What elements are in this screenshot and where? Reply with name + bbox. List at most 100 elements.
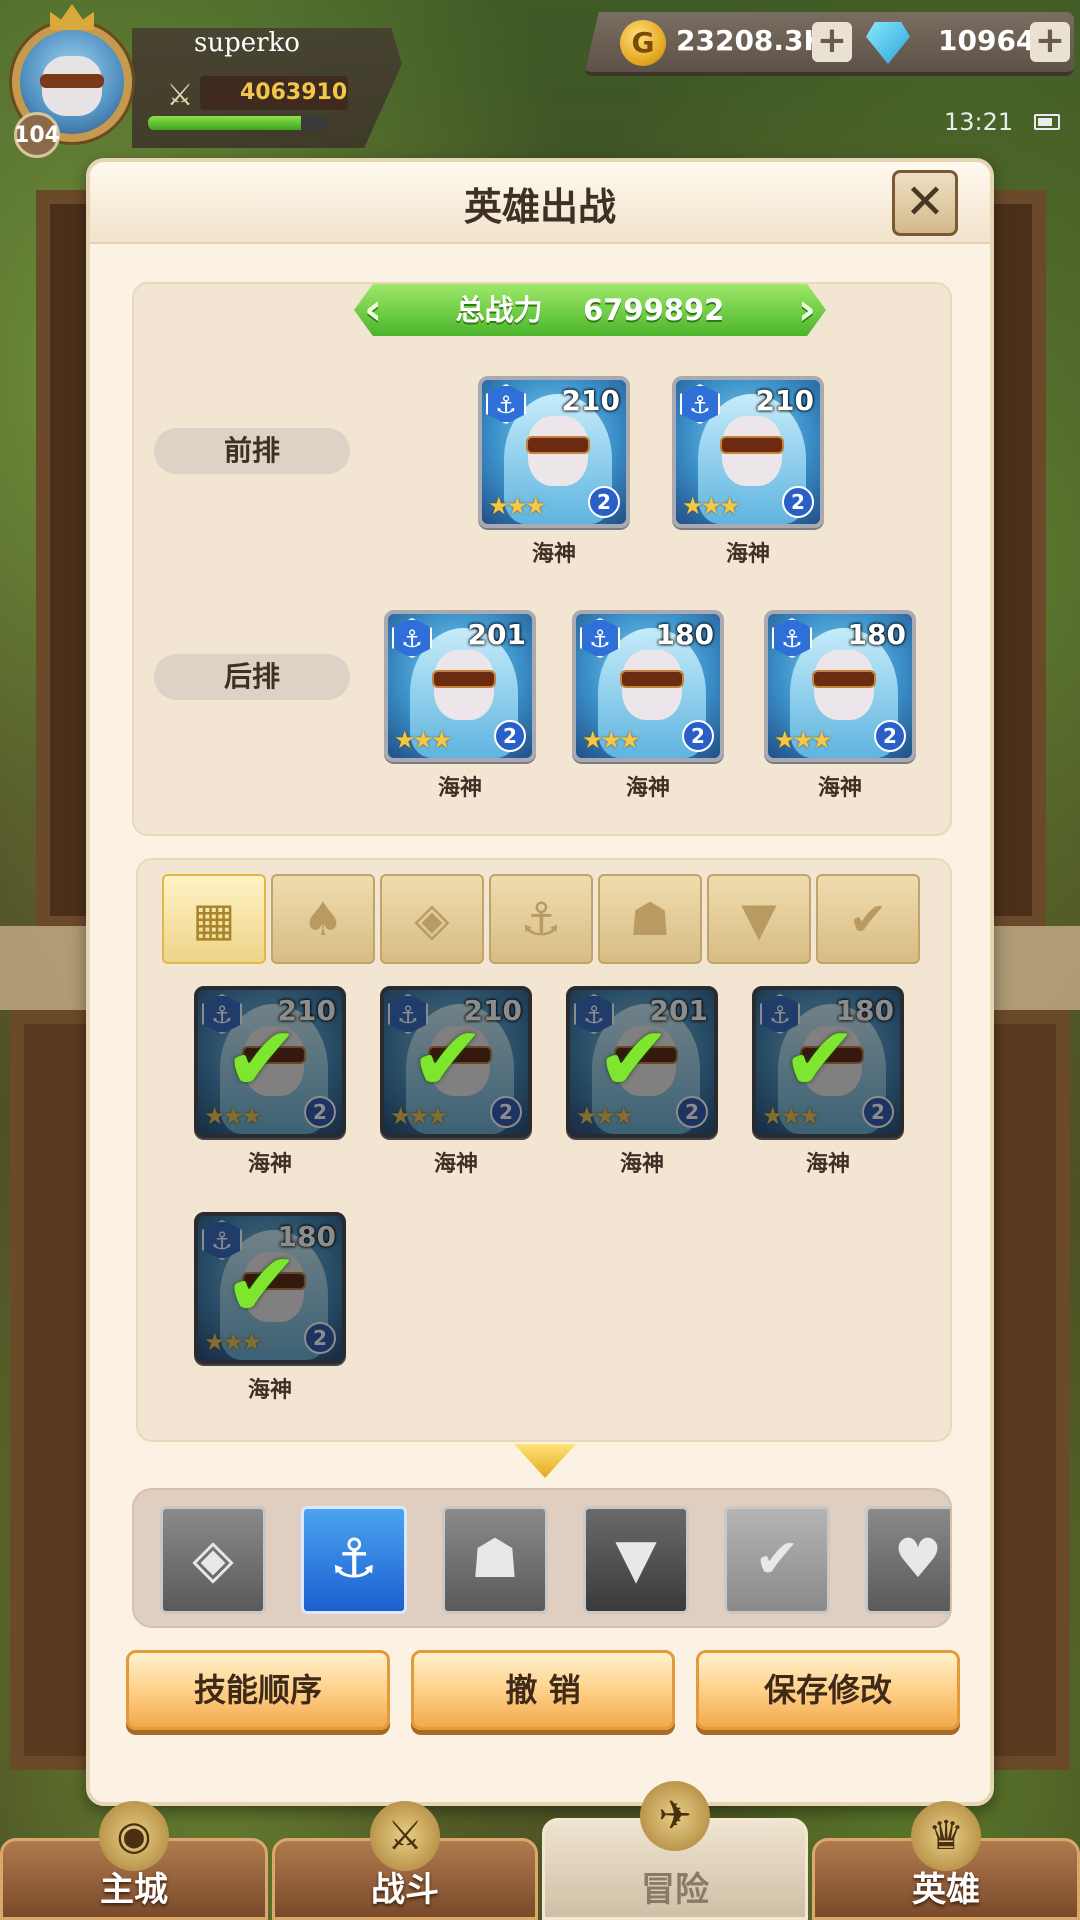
star-rating-icon: ★★★ — [682, 492, 741, 520]
hero-level: 210 — [755, 384, 814, 417]
avatar-blindfold — [40, 74, 104, 88]
hero-star-badge: 2 — [494, 720, 526, 752]
hero-portrait-blindfold — [526, 436, 590, 454]
expand-down-arrow-icon[interactable] — [514, 1444, 576, 1478]
hero-name: 海神 — [817, 776, 862, 801]
player-name: superko — [194, 28, 300, 58]
dialog-title: 英雄出战 — [463, 185, 616, 229]
hero-name: 海神 — [619, 1152, 664, 1177]
star-rating-icon: ★★★ — [774, 726, 833, 754]
undo-button[interactable]: 撤 销 — [411, 1650, 675, 1730]
skill-order-button[interactable]: 技能顺序 — [126, 1650, 390, 1730]
xp-bar-fill — [148, 116, 301, 130]
map-scroll-icon: ✈ — [640, 1781, 710, 1851]
hero-portrait-blindfold — [620, 670, 684, 688]
front-row-label: 前排 — [154, 428, 350, 474]
selected-checkmark-icon: ✔ — [224, 1007, 300, 1112]
element-diamond-icon[interactable]: ◈ — [160, 1506, 266, 1614]
nav-tab-main-city[interactable]: ◉ 主城 — [0, 1801, 268, 1920]
battery-icon — [1034, 114, 1060, 130]
player-power: 4063910 — [240, 80, 348, 105]
selected-checkmark-icon: ✔ — [410, 1007, 486, 1112]
hero-level: 201 — [467, 618, 526, 651]
castle-icon: ◉ — [99, 1801, 169, 1871]
chevron-right-icon: › — [797, 284, 816, 335]
hero-star-badge: 2 — [782, 486, 814, 518]
crossed-swords-icon: ⚔ — [166, 78, 194, 113]
nav-tab-adventure[interactable]: ✈ 冒险 — [542, 1781, 808, 1920]
element-heart-icon[interactable]: ♥ — [865, 1506, 950, 1614]
hero-star-badge: 2 — [862, 1096, 894, 1128]
crown-icon — [50, 4, 94, 30]
filter-anchor-icon[interactable]: ⚓ — [489, 874, 593, 964]
hero-star-badge: 2 — [304, 1096, 336, 1128]
add-gold-button[interactable]: + — [812, 22, 852, 62]
gold-amount: 23208.3K — [676, 24, 826, 57]
hero-star-badge: 2 — [490, 1096, 522, 1128]
filter-diamond-icon[interactable]: ◈ — [380, 874, 484, 964]
hero-name: 海神 — [805, 1152, 850, 1177]
hero-level: 180 — [847, 618, 906, 651]
nav-tab-battle[interactable]: ⚔ 战斗 — [272, 1801, 538, 1920]
nav-tab-heroes[interactable]: ♛ 英雄 — [812, 1801, 1080, 1920]
player-level-badge: 104 — [14, 112, 60, 158]
hero-name: 海神 — [625, 776, 670, 801]
close-button[interactable]: ✕ — [892, 170, 958, 236]
back-row-hero-3[interactable]: ⚓ 180 ★★★ 2 — [764, 610, 916, 762]
star-rating-icon: ★★★ — [488, 492, 547, 520]
selected-checkmark-icon: ✔ — [782, 1007, 858, 1112]
nav-label: 英雄 — [912, 1870, 980, 1910]
star-rating-icon: ★★★ — [394, 726, 453, 754]
element-beast-icon[interactable]: ☗ — [442, 1506, 548, 1614]
hero-name: 海神 — [433, 1152, 478, 1177]
hero-star-badge: 2 — [682, 720, 714, 752]
hero-portrait-blindfold — [432, 670, 496, 688]
back-row-hero-1[interactable]: ⚓ 201 ★★★ 2 — [384, 610, 536, 762]
hero-level: 210 — [561, 384, 620, 417]
hero-name: 海神 — [247, 1152, 292, 1177]
hero-helmet-icon: ♛ — [911, 1801, 981, 1871]
filter-wing-icon[interactable]: ✔ — [816, 874, 920, 964]
front-row-hero-2[interactable]: ⚓ 210 ★★★ 2 — [672, 376, 824, 528]
hero-portrait-blindfold — [720, 436, 784, 454]
nav-label: 冒险 — [641, 1870, 709, 1910]
element-anchor-icon[interactable]: ⚓ — [301, 1506, 407, 1614]
chevron-left-icon: ‹ — [364, 284, 383, 335]
status-time: 13:21 — [944, 108, 1014, 136]
star-rating-icon: ★★★ — [582, 726, 641, 754]
hero-portrait-blindfold — [812, 670, 876, 688]
nav-label: 战斗 — [371, 1870, 439, 1910]
element-demon-icon[interactable]: ▼ — [583, 1506, 689, 1614]
crossed-swords-icon: ⚔ — [370, 1801, 440, 1871]
element-selector-bar: ◈ ⚓ ☗ ▼ ✔ ♥ — [132, 1488, 952, 1628]
filter-beast-icon[interactable]: ☗ — [598, 874, 702, 964]
front-row-hero-1[interactable]: ⚓ 210 ★★★ 2 — [478, 376, 630, 528]
hero-star-badge: 2 — [874, 720, 906, 752]
hero-level: 180 — [655, 618, 714, 651]
filter-nature-icon[interactable]: ♠ — [271, 874, 375, 964]
nav-label: 主城 — [100, 1870, 168, 1910]
hero-name: 海神 — [531, 542, 576, 567]
filter-demon-icon[interactable]: ▼ — [707, 874, 811, 964]
player-avatar[interactable]: 104 — [4, 4, 144, 158]
element-wing-icon[interactable]: ✔ — [724, 1506, 830, 1614]
gold-coin-icon: G — [620, 20, 666, 66]
bottom-navigation: ◉ 主城 ⚔ 战斗 ✈ 冒险 ♛ 英雄 — [0, 1781, 1080, 1920]
add-gems-button[interactable]: + — [1030, 22, 1070, 62]
dialog-header: 英雄出战 ✕ — [90, 162, 990, 244]
selected-checkmark-icon: ✔ — [596, 1007, 672, 1112]
hero-star-badge: 2 — [676, 1096, 708, 1128]
xp-bar — [148, 116, 328, 130]
filter-all-icon[interactable]: ▦ — [162, 874, 266, 964]
hero-name: 海神 — [437, 776, 482, 801]
back-row-label: 后排 — [154, 654, 350, 700]
save-changes-button[interactable]: 保存修改 — [696, 1650, 960, 1730]
selected-checkmark-icon: ✔ — [224, 1233, 300, 1338]
gem-amount: 10964 — [938, 24, 1036, 57]
hero-deploy-dialog: 英雄出战 ✕ ‹ 总战力 6799892 › 前排 后排 ⚓ 210 ★★★ 2… — [86, 158, 994, 1806]
hero-name: 海神 — [247, 1378, 292, 1403]
back-row-hero-2[interactable]: ⚓ 180 ★★★ 2 — [572, 610, 724, 762]
hero-roster-panel: ▦ ♠ ◈ ⚓ ☗ ▼ ✔ ⚓ 210 ★★★ 2 ✔ 海神 ⚓ 210 ★★★… — [136, 858, 952, 1442]
formation-panel: ‹ 总战力 6799892 › 前排 后排 ⚓ 210 ★★★ 2 海神 ⚓ 2… — [132, 282, 952, 836]
total-power-value: 6799892 — [583, 293, 725, 327]
